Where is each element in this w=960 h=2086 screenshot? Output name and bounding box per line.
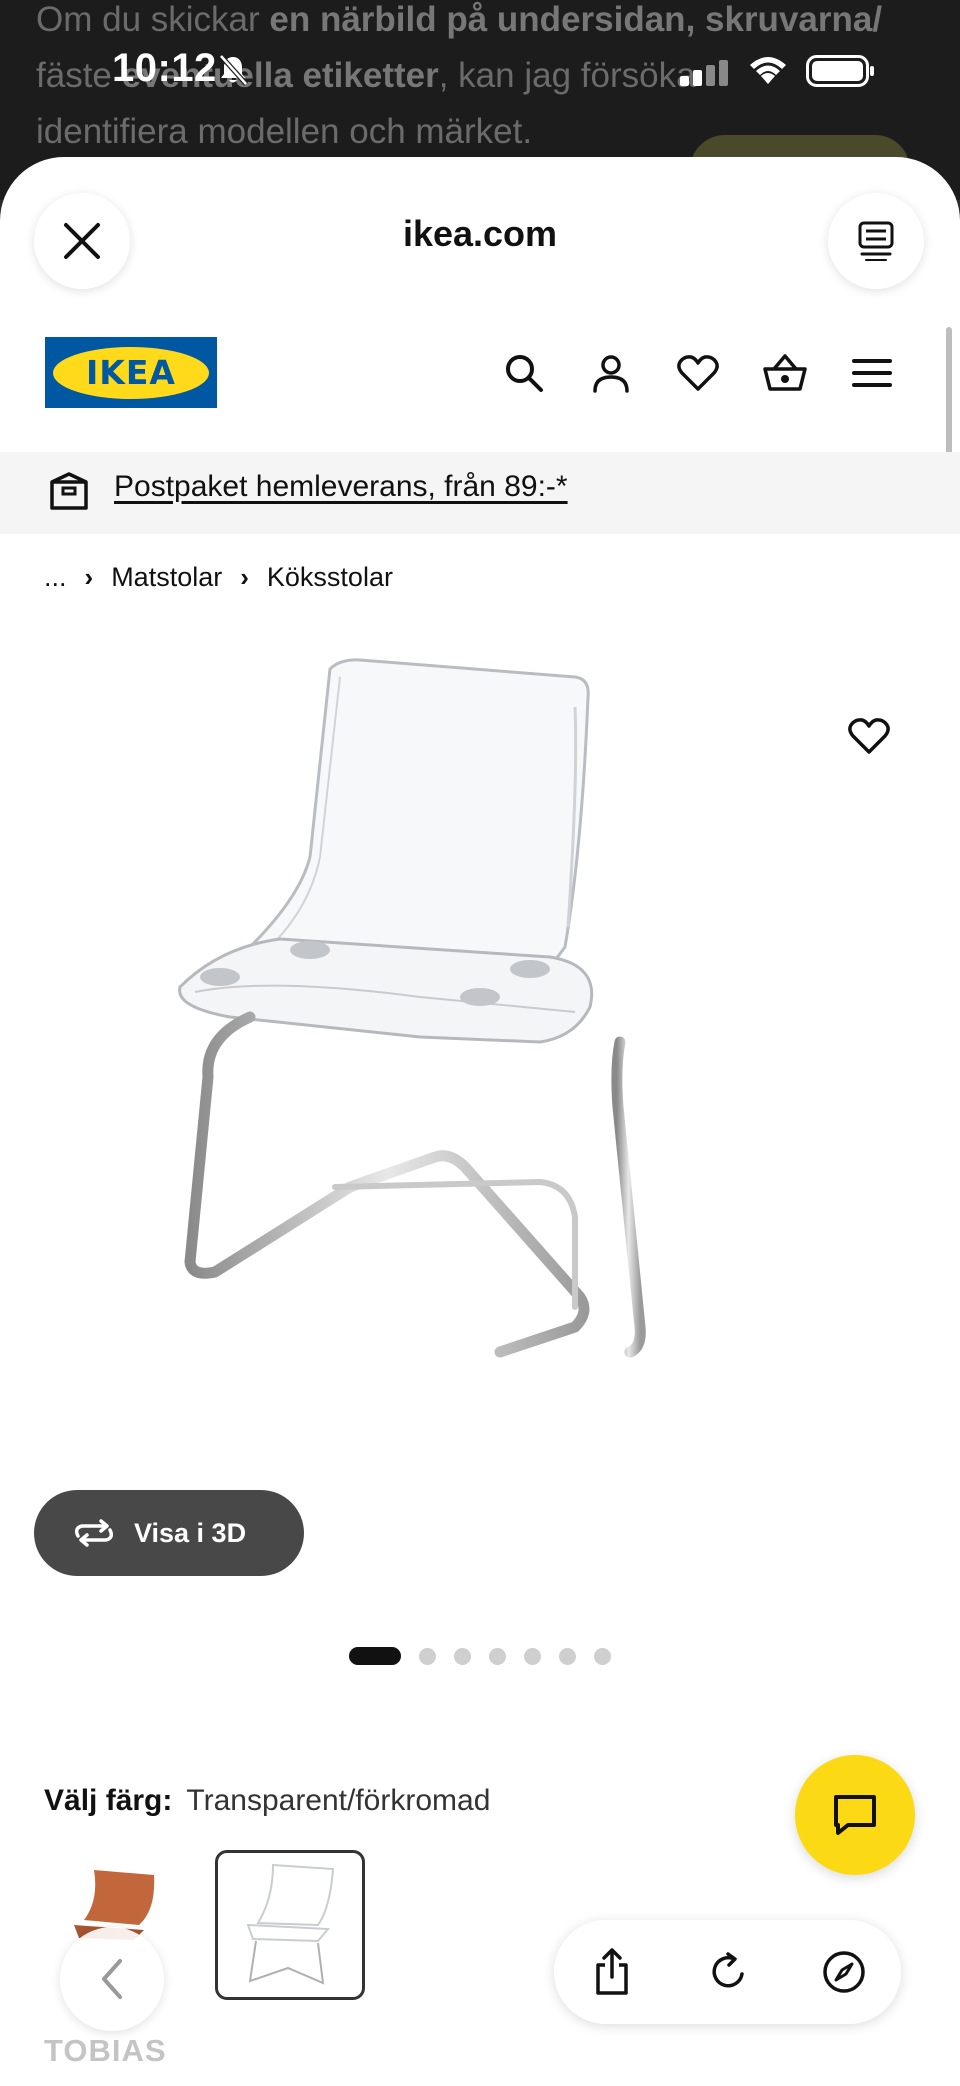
rotate-3d-icon	[74, 1519, 114, 1547]
search-button[interactable]	[498, 347, 550, 399]
product-name: TOBIAS	[44, 2033, 167, 2068]
carousel-dot[interactable]	[524, 1647, 541, 1665]
hamburger-menu-icon	[852, 359, 892, 387]
reader-icon	[858, 221, 894, 261]
color-swatch-transparent[interactable]	[215, 1850, 365, 2000]
image-carousel-dots	[349, 1647, 629, 1665]
breadcrumb: ... › Matstolar › Köksstolar	[44, 562, 393, 593]
chat-bubble-icon	[834, 1795, 876, 1835]
color-label-value: Transparent/förkromad	[186, 1784, 491, 1817]
transparent-chair-thumbnail	[246, 1863, 335, 1985]
breadcrumb-item-matstolar[interactable]: Matstolar	[111, 562, 222, 593]
chevron-right-icon: ›	[84, 562, 94, 592]
chevron-right-icon: ›	[240, 562, 249, 592]
ikea-logo[interactable]: IKEA	[45, 337, 217, 408]
carousel-dot[interactable]	[419, 1647, 436, 1665]
search-icon	[506, 355, 543, 392]
account-button[interactable]	[585, 347, 637, 399]
chat-button[interactable]	[795, 1755, 915, 1875]
browser-sheet: ikea.com IKEA Postpaket hemleverans, frå…	[0, 157, 960, 2086]
battery-icon	[806, 55, 874, 87]
status-bar: 10:12	[0, 0, 960, 140]
product-image[interactable]	[120, 647, 840, 1377]
breadcrumb-more[interactable]: ...	[44, 562, 67, 593]
color-label-title: Välj färg:	[44, 1784, 173, 1817]
favorites-button[interactable]	[672, 347, 724, 399]
compass-button[interactable]	[818, 1946, 870, 1998]
carousel-dot[interactable]	[559, 1647, 576, 1665]
page-domain[interactable]: ikea.com	[0, 213, 960, 255]
view-in-3d-label: Visa i 3D	[134, 1517, 247, 1548]
share-button[interactable]	[586, 1946, 638, 1998]
share-icon	[596, 1948, 628, 1995]
chevron-left-icon	[102, 1959, 122, 1999]
carousel-dot[interactable]	[489, 1647, 506, 1665]
color-selector-label: Välj färg: Transparent/förkromad	[44, 1784, 490, 1818]
carousel-dot-active[interactable]	[349, 1647, 401, 1665]
carousel-dot[interactable]	[594, 1647, 611, 1665]
back-button[interactable]	[60, 1927, 164, 2031]
product-favorite-button[interactable]	[848, 717, 890, 760]
status-time: 10:12	[112, 46, 217, 90]
parcel-icon	[50, 472, 88, 510]
user-icon	[593, 355, 629, 393]
browser-header: ikea.com	[0, 157, 960, 317]
heart-icon	[677, 355, 719, 391]
delivery-promo-link[interactable]: Postpaket hemleverans, från 89:-*	[114, 470, 568, 504]
menu-button[interactable]	[846, 347, 898, 399]
reload-button[interactable]	[702, 1946, 754, 1998]
carousel-dot[interactable]	[454, 1647, 471, 1665]
silent-bell-icon	[219, 54, 248, 86]
view-in-3d-button[interactable]: Visa i 3D	[34, 1490, 304, 1576]
cart-button[interactable]	[759, 347, 811, 399]
ikea-logo-text: IKEA	[86, 353, 176, 392]
reader-mode-button[interactable]	[828, 193, 924, 289]
basket-icon	[763, 354, 807, 391]
cellular-signal-icon	[680, 60, 728, 86]
promo-bar: Postpaket hemleverans, från 89:-*	[0, 452, 960, 534]
compass-icon	[823, 1951, 865, 1993]
reload-icon	[712, 1952, 744, 1988]
wifi-icon	[750, 57, 786, 84]
heart-icon	[848, 718, 890, 754]
breadcrumb-item-koksstolar[interactable]: Köksstolar	[267, 562, 393, 593]
browser-toolbar	[554, 1920, 901, 2024]
